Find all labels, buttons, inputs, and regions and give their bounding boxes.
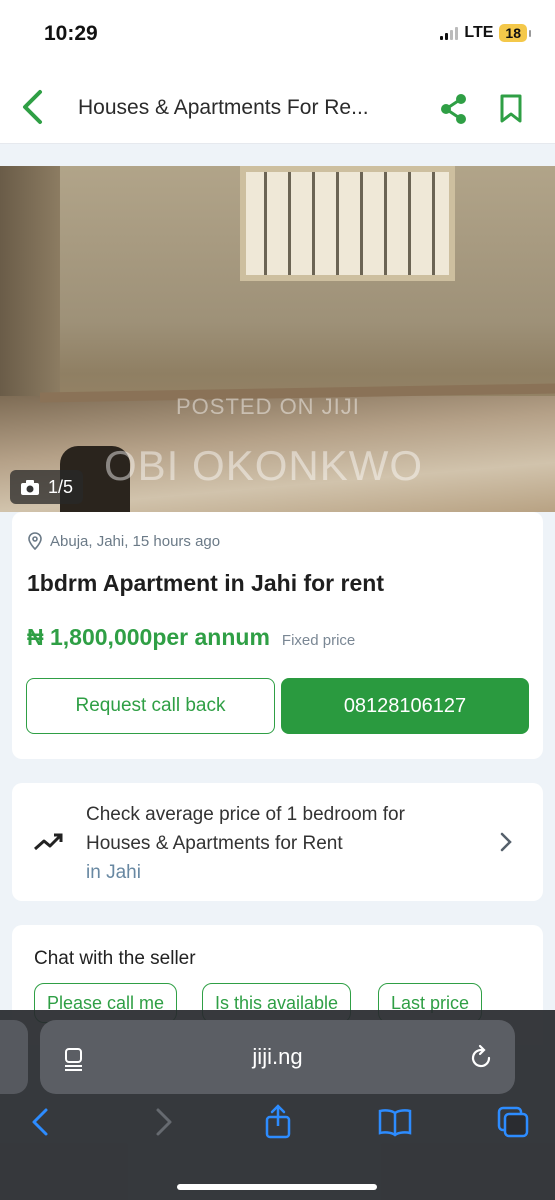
average-price-location: in Jahi <box>86 862 141 883</box>
bookmark-icon <box>500 94 522 123</box>
reload-icon[interactable] <box>467 1044 495 1072</box>
watermark-seller: OBI OKONKWO <box>104 442 424 489</box>
camera-icon <box>21 479 39 495</box>
bookmarks-icon[interactable] <box>375 1102 415 1142</box>
listing-photo[interactable]: POSTED ON JIJI OBI OKONKWO 1/5 <box>0 166 555 512</box>
ad-details-card: Abuja, Jahi, 15 hours ago 1bdrm Apartmen… <box>12 512 543 759</box>
url-text: jiji.ng <box>252 1044 303 1069</box>
previous-tab-peek[interactable] <box>0 1020 28 1094</box>
page-title: Houses & Apartments For Re... <box>78 96 369 119</box>
tabs-icon[interactable] <box>493 1102 533 1142</box>
photo-window <box>240 166 455 281</box>
ad-location: Abuja, Jahi, 15 hours ago <box>28 532 220 550</box>
average-price-text: Check average price of 1 bedroom for Hou… <box>86 800 405 887</box>
watermark-posted: POSTED ON JIJI <box>176 394 360 419</box>
chevron-right-icon <box>500 832 512 852</box>
location-pin-icon <box>28 532 42 550</box>
ad-title: 1bdrm Apartment in Jahi for rent <box>27 570 384 596</box>
request-callback-button[interactable]: Request call back <box>26 678 275 734</box>
chevron-left-icon <box>23 90 42 124</box>
battery-icon: 18 <box>499 24 531 42</box>
status-bar: 10:29 LTE 18 <box>0 0 555 72</box>
address-bar[interactable]: jiji.ng <box>40 1020 515 1094</box>
share-icon <box>441 94 466 124</box>
show-phone-button[interactable]: 08128106127 <box>281 678 529 734</box>
chat-title: Chat with the seller <box>34 948 196 969</box>
bookmark-button[interactable] <box>496 92 526 126</box>
photo-counter: 1/5 <box>10 470 84 504</box>
trend-up-icon <box>34 833 63 851</box>
photo-counter-label: 1/5 <box>48 476 74 497</box>
price-row: ₦ 1,800,000per annum Fixed price <box>27 624 355 651</box>
browser-forward-icon[interactable] <box>142 1102 182 1142</box>
app-header: Houses & Apartments For Re... <box>0 72 555 144</box>
browser-back-icon[interactable] <box>22 1102 62 1142</box>
home-indicator <box>177 1184 377 1190</box>
browser-bottom-bar: jiji.ng <box>0 1010 555 1200</box>
browser-share-icon[interactable] <box>258 1102 298 1142</box>
average-price-line2: Houses & Apartments for Rent <box>86 833 343 854</box>
status-indicators: LTE 18 <box>440 24 531 42</box>
share-button[interactable] <box>437 92 471 126</box>
signal-icon <box>440 26 459 40</box>
ad-price: ₦ 1,800,000per annum <box>27 624 270 650</box>
average-price-line1: Check average price of 1 bedroom for <box>86 804 405 825</box>
network-label: LTE <box>464 24 494 41</box>
ad-location-text: Abuja, Jahi, 15 hours ago <box>50 532 221 550</box>
status-time: 10:29 <box>44 22 98 45</box>
price-type: Fixed price <box>281 632 356 649</box>
back-button[interactable] <box>16 86 52 128</box>
average-price-card[interactable]: Check average price of 1 bedroom for Hou… <box>12 783 543 901</box>
